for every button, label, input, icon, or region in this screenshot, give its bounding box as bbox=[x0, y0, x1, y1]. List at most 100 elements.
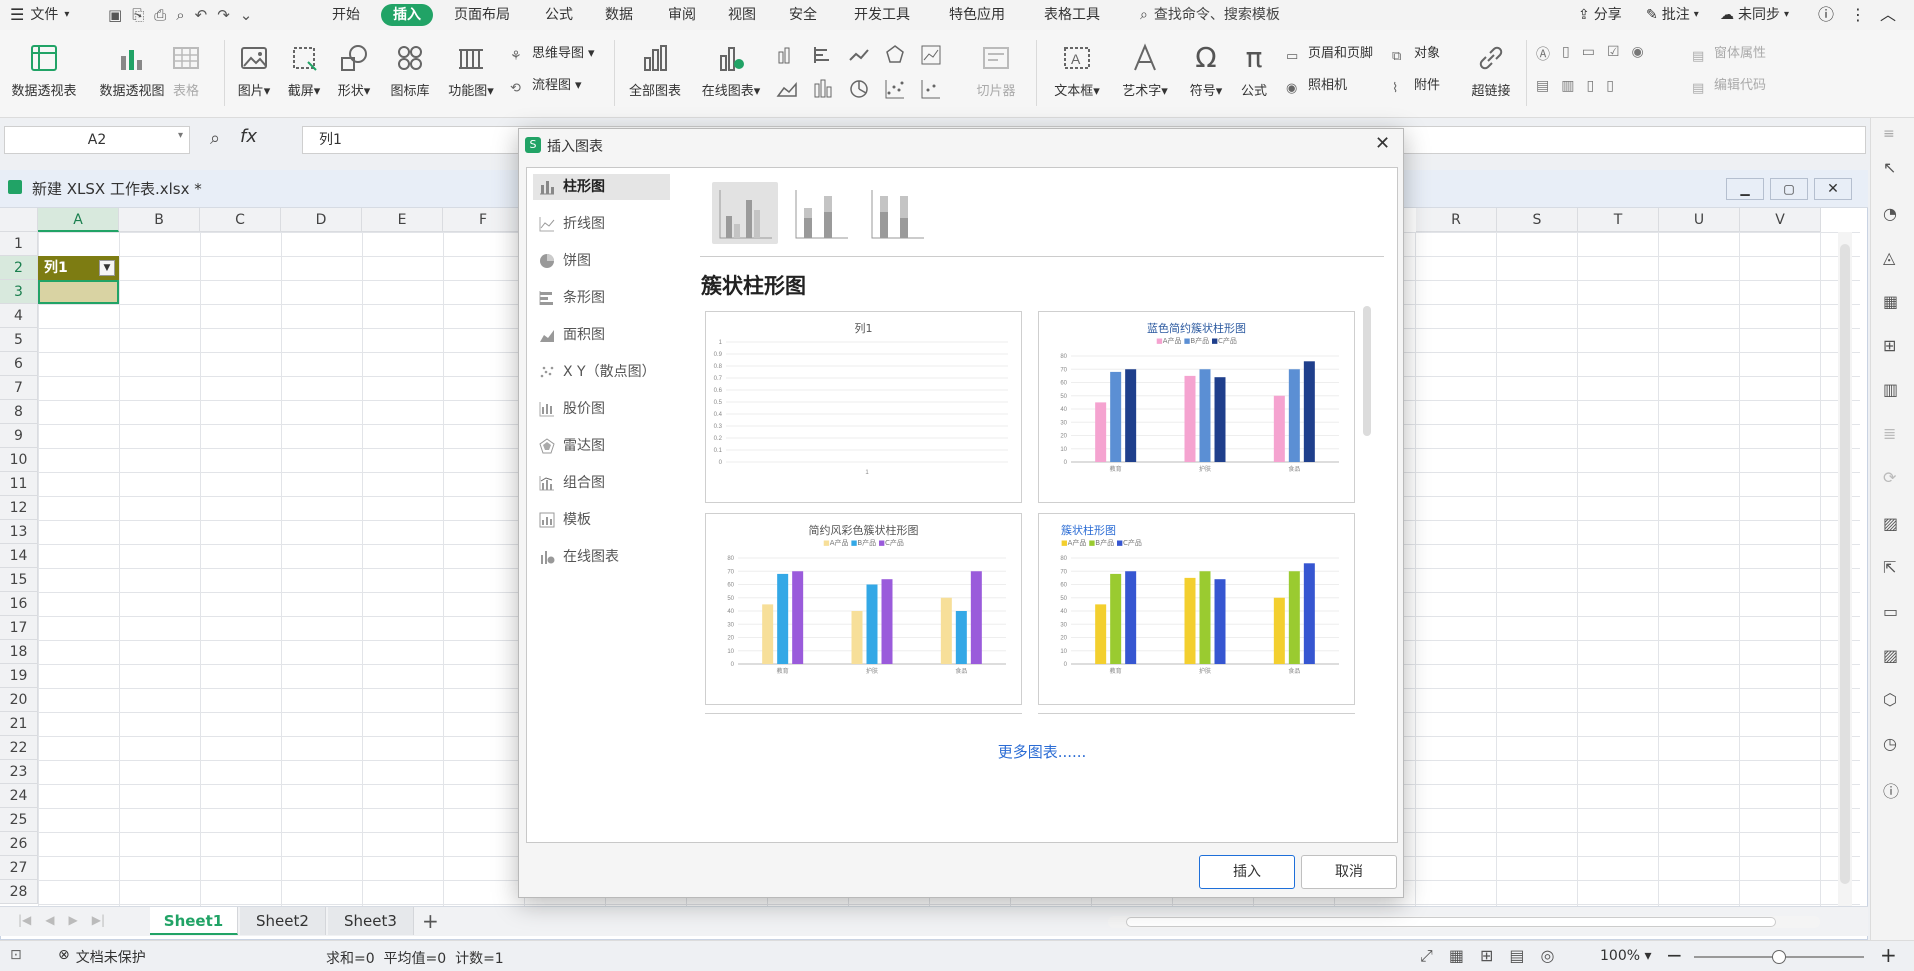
camera-button[interactable]: ◉ 照相机 bbox=[1286, 74, 1347, 98]
subtype-stacked-column[interactable] bbox=[788, 182, 854, 244]
save-icon[interactable]: ▣ bbox=[108, 6, 122, 24]
print-icon[interactable]: ⎙ bbox=[154, 6, 166, 24]
document-protect[interactable]: ⊗ 文档未保护 bbox=[58, 947, 146, 967]
area-chart-icon[interactable] bbox=[776, 78, 798, 100]
column-header-b[interactable]: B bbox=[119, 208, 200, 232]
shape-button[interactable]: 形状▾ bbox=[324, 38, 384, 108]
row-header-3[interactable]: 3 bbox=[0, 280, 38, 304]
textbox-button[interactable]: A 文本框▾ bbox=[1040, 38, 1114, 108]
select-all-corner[interactable] bbox=[0, 208, 38, 232]
column-header-f[interactable]: F bbox=[443, 208, 524, 232]
tab-formula[interactable]: 公式 bbox=[545, 4, 573, 26]
sheet-tab-2[interactable]: Sheet2 bbox=[240, 907, 326, 935]
row-header-25[interactable]: 25 bbox=[0, 808, 38, 832]
fx-icon[interactable]: fx bbox=[240, 126, 257, 147]
chart-template-card-2[interactable]: 蓝色简约簇状柱形图 ■A产品 ■B产品 ■C产品 80 70 60 50 40 30 20 1… bbox=[1038, 311, 1355, 503]
chevron-down-icon[interactable]: ▾ bbox=[178, 130, 183, 141]
archive-panel-icon[interactable]: ▭ bbox=[1883, 602, 1903, 622]
file-menu[interactable]: ☰ 文件 ▾ bbox=[10, 4, 69, 26]
vertical-scroll-thumb[interactable] bbox=[1840, 244, 1850, 884]
bar-chart-icon[interactable] bbox=[812, 44, 834, 66]
horizontal-scroll-thumb[interactable] bbox=[1126, 917, 1776, 927]
tab-table-tools[interactable]: 表格工具 bbox=[1044, 4, 1100, 26]
vertical-scrollbar[interactable] bbox=[1838, 232, 1852, 908]
history-panel-icon[interactable]: ◷ bbox=[1883, 734, 1903, 754]
undo-icon[interactable]: ↶ bbox=[195, 6, 208, 24]
redo-icon[interactable]: ↷ bbox=[217, 6, 230, 24]
xy-chart-icon[interactable] bbox=[920, 78, 942, 100]
row-header-15[interactable]: 15 bbox=[0, 568, 38, 592]
listbox-control-icon[interactable]: ▤ bbox=[1536, 78, 1549, 94]
more-charts-link[interactable]: 更多图表...... bbox=[686, 741, 1398, 762]
row-header-21[interactable]: 21 bbox=[0, 712, 38, 736]
minimize-button[interactable]: ▁ bbox=[1726, 178, 1764, 200]
hyperlink-button[interactable]: 超链接 bbox=[1450, 38, 1532, 108]
print-preview-icon[interactable]: ⌕ bbox=[176, 6, 184, 24]
stock-chart-icon[interactable] bbox=[920, 44, 942, 66]
category-template[interactable]: 模板 bbox=[533, 507, 670, 533]
close-workbook-button[interactable]: ✕ bbox=[1814, 178, 1852, 200]
row-header-22[interactable]: 22 bbox=[0, 736, 38, 760]
checkbox-control-icon[interactable]: ☑ bbox=[1607, 44, 1620, 64]
tab-data[interactable]: 数据 bbox=[605, 4, 633, 26]
image-panel-icon[interactable]: ▨ bbox=[1883, 514, 1903, 534]
tab-security[interactable]: 安全 bbox=[789, 4, 817, 26]
customize-icon[interactable]: ⌄ bbox=[240, 6, 253, 24]
tab-page-layout[interactable]: 页面布局 bbox=[454, 4, 510, 26]
stacked-chart-icon[interactable] bbox=[812, 78, 834, 100]
row-header-23[interactable]: 23 bbox=[0, 760, 38, 784]
shapes-panel-icon[interactable]: ◔ bbox=[1883, 204, 1903, 224]
zoom-out-button[interactable]: − bbox=[1666, 943, 1683, 967]
object-button[interactable]: ⧉ 对象 bbox=[1392, 42, 1440, 66]
chart-panel-icon[interactable]: ▥ bbox=[1883, 380, 1903, 400]
sheet-tab-1[interactable]: Sheet1 bbox=[150, 907, 238, 935]
export-icon[interactable]: ⎘ bbox=[132, 6, 144, 24]
category-line[interactable]: 折线图 bbox=[533, 211, 670, 237]
all-charts-button[interactable]: 全部图表 bbox=[618, 38, 692, 108]
edit-code-button[interactable]: ▤ 编辑代码 bbox=[1692, 74, 1766, 98]
tab-start[interactable]: 开始 bbox=[332, 4, 360, 26]
radar-chart-icon[interactable] bbox=[884, 44, 906, 66]
chart-template-card-4[interactable]: 簇状柱形图 ■A产品 ■B产品 ■C产品 80 70 60 50 40 30 20 10 0 教育… bbox=[1038, 513, 1355, 705]
tab-view[interactable]: 视图 bbox=[728, 4, 756, 26]
spinner-control-icon[interactable]: ▯ bbox=[1606, 78, 1614, 94]
slicer-button[interactable]: 切片器 bbox=[966, 38, 1026, 108]
last-sheet-icon[interactable]: ▶| bbox=[92, 913, 105, 927]
first-sheet-icon[interactable]: |◀ bbox=[18, 913, 31, 927]
zoom-search-icon[interactable]: ⌕ bbox=[210, 128, 220, 149]
category-area[interactable]: 面积图 bbox=[533, 322, 670, 348]
tab-developer[interactable]: 开发工具 bbox=[854, 4, 910, 26]
pivot-table-button[interactable]: 数据透视表 bbox=[2, 38, 86, 108]
category-combo[interactable]: 组合图 bbox=[533, 470, 670, 496]
column-header-s[interactable]: S bbox=[1497, 208, 1578, 232]
row-header-20[interactable]: 20 bbox=[0, 688, 38, 712]
add-sheet-button[interactable]: + bbox=[422, 909, 439, 933]
button-control-icon[interactable]: ▭ bbox=[1582, 44, 1595, 64]
tab-insert[interactable]: 插入 bbox=[381, 4, 433, 26]
row-header-2[interactable]: 2 bbox=[0, 256, 38, 280]
row-header-19[interactable]: 19 bbox=[0, 664, 38, 688]
page-layout-view-icon[interactable]: ⊞ bbox=[1480, 946, 1493, 966]
mindmap-button[interactable]: ⚘ 思维导图 ▾ bbox=[510, 42, 595, 66]
prev-sheet-icon[interactable]: ◀ bbox=[45, 913, 54, 927]
cell-a2[interactable]: 列1 ▼ bbox=[38, 256, 119, 280]
row-header-5[interactable]: 5 bbox=[0, 328, 38, 352]
export-panel-icon[interactable]: ⇱ bbox=[1883, 558, 1903, 578]
category-pie[interactable]: 饼图 bbox=[533, 248, 670, 274]
row-header-18[interactable]: 18 bbox=[0, 640, 38, 664]
collapse-icon[interactable]: ︿ bbox=[1880, 4, 1896, 26]
formula-button[interactable]: π 公式 bbox=[1226, 38, 1282, 108]
category-column[interactable]: 柱形图 bbox=[533, 174, 670, 200]
textbox-control-icon[interactable]: ▯ bbox=[1562, 44, 1570, 64]
preview-scroll-thumb[interactable] bbox=[1363, 306, 1371, 436]
flowchart-button[interactable]: ⟲ 流程图 ▾ bbox=[510, 74, 582, 98]
transform-panel-icon[interactable]: ⟳ bbox=[1883, 468, 1903, 488]
online-charts-button[interactable]: 在线图表▾ bbox=[690, 38, 772, 108]
radio-control-icon[interactable]: ◉ bbox=[1632, 44, 1644, 64]
label-control-icon[interactable]: Ⓐ bbox=[1536, 44, 1550, 64]
row-header-24[interactable]: 24 bbox=[0, 784, 38, 808]
column-header-c[interactable]: C bbox=[200, 208, 281, 232]
zoom-slider-thumb[interactable] bbox=[1772, 950, 1786, 964]
normal-view-icon[interactable]: ▦ bbox=[1449, 946, 1464, 966]
restore-button[interactable]: ▢ bbox=[1770, 178, 1808, 200]
